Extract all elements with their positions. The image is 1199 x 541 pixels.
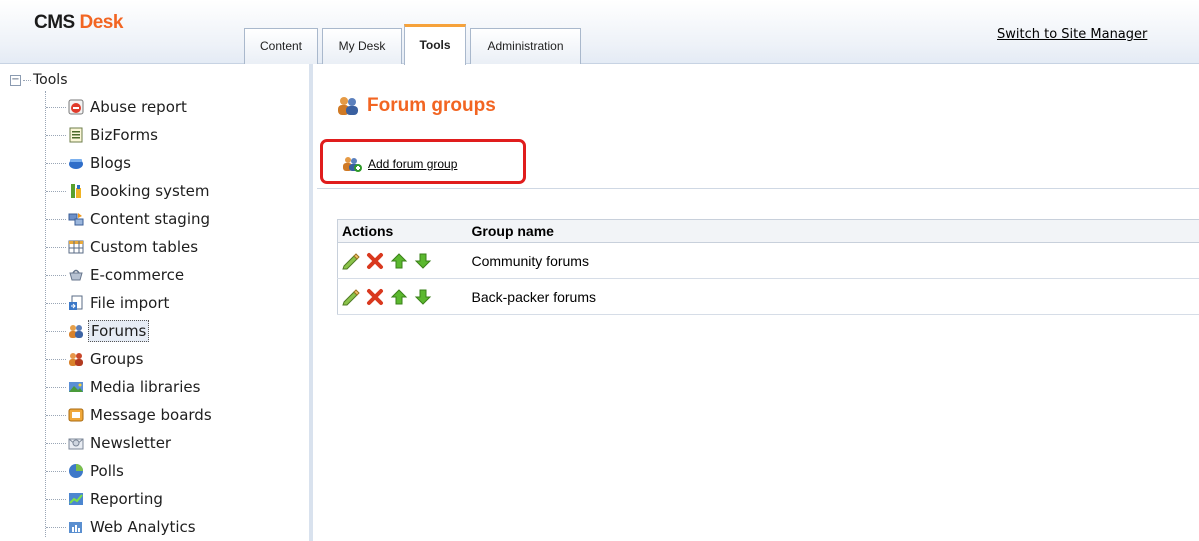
tree-item-label: Blogs xyxy=(90,154,131,172)
header-group-name: Group name xyxy=(471,219,1199,243)
add-group-icon xyxy=(342,156,362,172)
tree-item-label: Polls xyxy=(90,462,124,480)
delete-icon[interactable] xyxy=(366,288,384,306)
tree-item-label: Message boards xyxy=(90,406,212,424)
tree-item-label: Groups xyxy=(90,350,144,368)
forum-groups-table: Actions Group name Community forums Back… xyxy=(337,219,1199,315)
group-name-cell: Community forums xyxy=(471,242,1199,279)
booking-system-icon xyxy=(68,183,84,199)
tree-item-web-analytics[interactable]: Web Analytics xyxy=(46,516,198,538)
tree-item-label: BizForms xyxy=(90,126,158,144)
tree-item-label: Custom tables xyxy=(90,238,199,256)
tree-item-label: Content staging xyxy=(90,210,211,228)
tree-item-label: E-commerce xyxy=(90,266,185,284)
tree-item-booking-system[interactable]: Booking system xyxy=(46,180,212,202)
tree-item-message-boards[interactable]: Message boards xyxy=(46,404,214,426)
tab-content[interactable]: Content xyxy=(244,28,318,64)
forum-groups-icon xyxy=(337,96,359,116)
row-actions xyxy=(337,242,472,279)
tree-item-label: Newsletter xyxy=(90,434,172,452)
tree-item-label: Media libraries xyxy=(90,378,201,396)
logo-cms-text: CMS xyxy=(34,12,75,33)
tab-administration[interactable]: Administration xyxy=(470,28,581,64)
content-staging-icon xyxy=(68,211,84,227)
newsletter-icon xyxy=(68,435,84,451)
forums-icon xyxy=(68,323,84,339)
switch-to-site-manager-link[interactable]: Switch to Site Manager xyxy=(997,27,1147,42)
file-import-icon xyxy=(68,295,84,311)
tree-item-label: Reporting xyxy=(90,490,163,508)
tree-root-label: Tools xyxy=(33,72,68,88)
move-down-icon[interactable] xyxy=(414,288,432,306)
edit-icon[interactable] xyxy=(342,288,360,306)
page-header: Forum groups xyxy=(337,95,496,117)
toolbar-divider xyxy=(317,188,1199,189)
collapse-icon[interactable]: − xyxy=(10,74,21,86)
tree-item-polls[interactable]: Polls xyxy=(46,460,126,482)
tree-item-file-import[interactable]: File import xyxy=(46,292,171,314)
tree-item-label: Web Analytics xyxy=(90,518,196,536)
move-up-icon[interactable] xyxy=(390,252,408,270)
table-header-row: Actions Group name xyxy=(337,219,1199,243)
move-down-icon[interactable] xyxy=(414,252,432,270)
polls-icon xyxy=(68,463,84,479)
header-bar: CMS Desk Content My Desk Tools Administr… xyxy=(0,0,1199,65)
header-actions: Actions xyxy=(337,219,472,243)
tree-item-ecommerce[interactable]: E-commerce xyxy=(46,264,186,286)
cms-desk-logo: CMS Desk xyxy=(34,12,123,34)
ecommerce-icon xyxy=(68,267,84,283)
tree-item-newsletter[interactable]: Newsletter xyxy=(46,432,173,454)
tree-item-bizforms[interactable]: BizForms xyxy=(46,124,160,146)
tree-item-groups[interactable]: Groups xyxy=(46,348,145,370)
row-actions xyxy=(337,278,472,315)
blogs-icon xyxy=(68,155,84,171)
tree-item-content-staging[interactable]: Content staging xyxy=(46,208,212,230)
web-analytics-icon xyxy=(68,519,84,535)
tree-item-blogs[interactable]: Blogs xyxy=(46,152,133,174)
tree-item-label: Forums xyxy=(88,320,150,342)
tree-item-reporting[interactable]: Reporting xyxy=(46,488,165,510)
tree-item-label: Booking system xyxy=(90,182,210,200)
table-row: Back-packer forums xyxy=(337,278,1199,315)
media-libraries-icon xyxy=(68,379,84,395)
tab-my-desk[interactable]: My Desk xyxy=(322,28,402,64)
message-boards-icon xyxy=(68,407,84,423)
add-forum-group-label: Add forum group xyxy=(368,157,458,171)
edit-icon[interactable] xyxy=(342,252,360,270)
tab-tools[interactable]: Tools xyxy=(404,24,466,65)
move-up-icon[interactable] xyxy=(390,288,408,306)
abuse-report-icon xyxy=(68,99,84,115)
main-content: Forum groups Add forum group Actions Gro… xyxy=(317,64,1199,541)
group-name-cell: Back-packer forums xyxy=(471,278,1199,315)
tree-item-forums[interactable]: Forums xyxy=(46,320,150,342)
groups-icon xyxy=(68,351,84,367)
custom-tables-icon xyxy=(68,239,84,255)
add-forum-group-button[interactable]: Add forum group xyxy=(342,156,457,172)
bizforms-icon xyxy=(68,127,84,143)
tree-connector xyxy=(23,79,31,81)
tools-tree-sidebar: − Tools Abuse report BizForms Blogs Book… xyxy=(0,64,313,541)
tree-item-custom-tables[interactable]: Custom tables xyxy=(46,236,200,258)
table-row: Community forums xyxy=(337,242,1199,279)
page-title: Forum groups xyxy=(367,95,496,116)
tree-item-abuse-report[interactable]: Abuse report xyxy=(46,96,189,118)
tree-root-tools[interactable]: − Tools xyxy=(10,71,68,89)
tree-item-label: Abuse report xyxy=(90,98,187,116)
reporting-icon xyxy=(68,491,84,507)
delete-icon[interactable] xyxy=(366,252,384,270)
logo-desk-text: Desk xyxy=(79,12,124,33)
tree-item-media-libraries[interactable]: Media libraries xyxy=(46,376,202,398)
tree-item-label: File import xyxy=(90,294,170,312)
